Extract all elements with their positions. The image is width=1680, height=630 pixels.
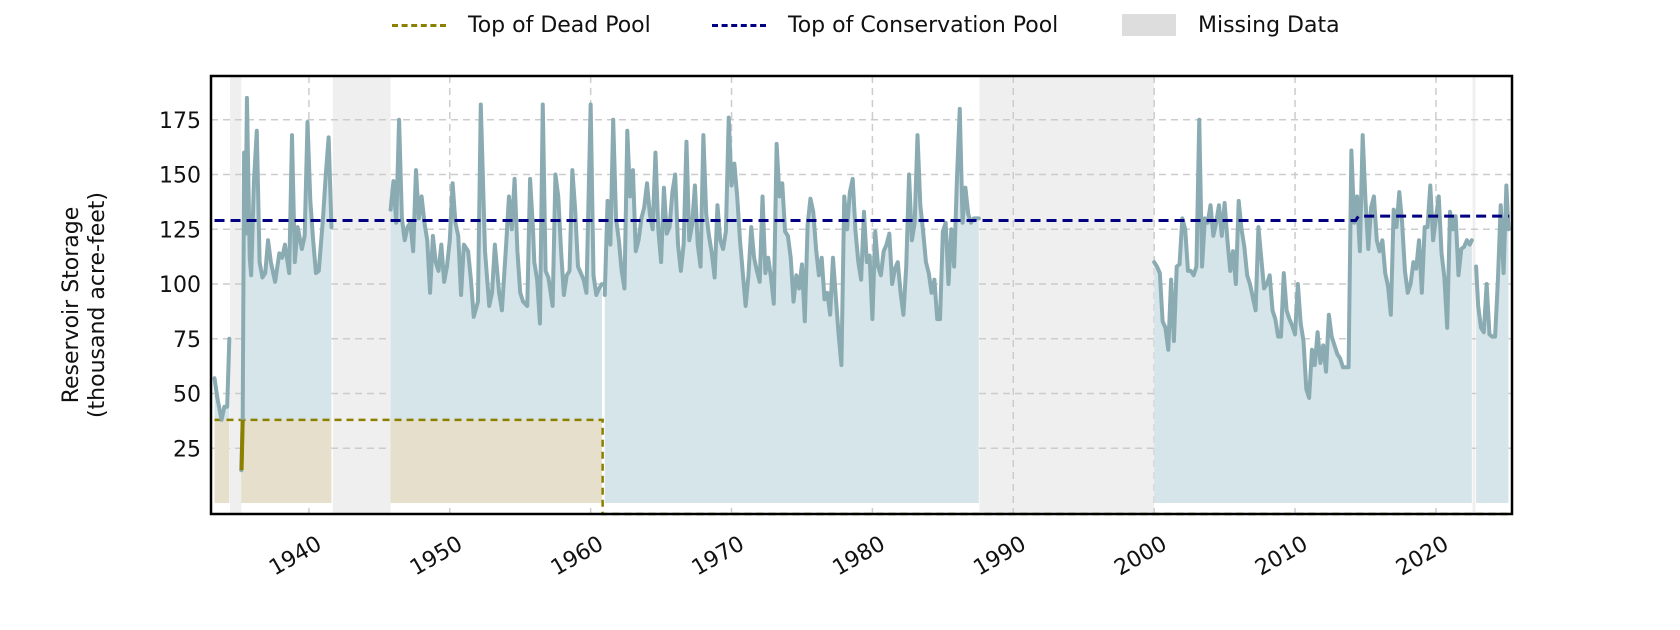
y-tick-label: 125	[159, 218, 201, 243]
dead-pool-fill	[214, 419, 230, 504]
dead-pool-fill	[241, 419, 332, 504]
x-tick-label: 1980	[829, 532, 890, 582]
y-tick-label: 25	[173, 437, 201, 462]
x-tick-label: 2010	[1251, 532, 1312, 582]
y-tick-label: 150	[159, 164, 201, 189]
y-tick-label: 75	[173, 328, 201, 353]
x-tick-label: 2000	[1110, 532, 1171, 582]
reservoir-storage-chart: 255075100125150175 1940 1950 1960 1970 1980 1…	[159, 74, 1514, 582]
x-tick-label: 1970	[688, 532, 749, 582]
y-tick-label: 50	[173, 383, 201, 408]
x-tick-label: 1940	[265, 532, 326, 582]
y-tick-labels: 25 50 75 100 125 150 175	[159, 109, 201, 462]
x-tick-label: 2020	[1392, 532, 1453, 582]
x-tick-label: 1960	[547, 532, 608, 582]
y-tick-label: 100	[159, 273, 201, 298]
x-tick-labels: 1940 1950 1960 1970 1980 1990 2000 2010 2020	[265, 532, 1453, 582]
storage-fill-area	[604, 108, 979, 504]
dead-pool-fill	[390, 419, 602, 504]
y-tick-label: 175	[159, 109, 201, 134]
x-tick-label: 1950	[406, 532, 467, 582]
x-tick-label: 1990	[970, 532, 1031, 582]
below-dead-pool-line	[239, 419, 245, 471]
